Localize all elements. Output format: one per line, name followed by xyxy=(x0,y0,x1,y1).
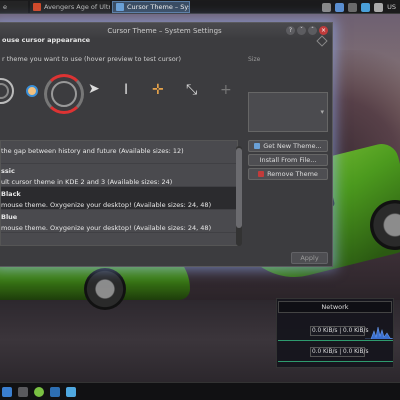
volume-icon[interactable] xyxy=(374,2,384,12)
remove-theme-label: Remove Theme xyxy=(267,170,318,178)
theme-list: the gap between history and future (Avai… xyxy=(0,140,238,246)
spinner-inner-icon xyxy=(51,81,77,107)
get-new-theme-label: Get New Theme... xyxy=(263,142,322,150)
crosshair-cursor-icon: + xyxy=(220,82,232,98)
bottom-dock xyxy=(0,382,400,400)
move-cursor-icon: ✛ xyxy=(152,82,164,98)
browser-icon[interactable] xyxy=(34,386,44,397)
app-launcher-icon[interactable] xyxy=(2,386,12,397)
keyboard-layout[interactable]: US xyxy=(387,3,396,11)
network-speed-row: 0.0 KiB/s | 0.0 KiB/s xyxy=(310,347,369,357)
task-label: Cursor Theme – Syst xyxy=(127,2,190,11)
theme-description: mouse theme. Oxygenize your desktop! (Av… xyxy=(1,201,212,209)
size-label: Size xyxy=(248,56,261,63)
theme-description: ult cursor theme in KDE 2 and 3 (Availab… xyxy=(1,178,173,186)
download-icon xyxy=(254,143,261,149)
network-icon[interactable] xyxy=(348,2,358,12)
get-new-theme-button[interactable]: Get New Theme... xyxy=(248,140,328,152)
arrow-cursor-icon: ➤ xyxy=(88,81,100,97)
theme-row[interactable]: ssic ult cursor theme in KDE 2 and 3 (Av… xyxy=(1,164,237,187)
window-title: Cursor Theme – System Settings xyxy=(107,26,222,35)
taskbar-item-0[interactable]: e xyxy=(0,0,28,13)
network-widget: Network 0.0 KiB/s | 0.0 KiB/s 0.0 KiB/s … xyxy=(276,298,394,368)
window-controls: ? ˇ ˆ × xyxy=(286,26,328,35)
theme-row-selected[interactable]: Black mouse theme. Oxygenize your deskto… xyxy=(1,187,237,210)
maximize-button[interactable]: ˆ xyxy=(308,26,317,35)
chevron-down-icon: ▾ xyxy=(320,108,324,116)
theme-name: Black xyxy=(1,190,21,198)
apply-button[interactable]: Apply xyxy=(291,252,328,264)
notes-icon[interactable] xyxy=(335,2,345,12)
network-graph-baseline xyxy=(278,361,393,362)
system-tray: US xyxy=(322,1,396,13)
remove-icon xyxy=(258,171,265,177)
help-button[interactable]: ? xyxy=(286,26,295,35)
close-button[interactable]: × xyxy=(319,26,328,35)
network-graph-baseline xyxy=(278,340,393,341)
wallpaper-wheel-left xyxy=(84,268,126,310)
taskbar-item-avengers[interactable]: Avengers Age of Ultron xyxy=(30,0,110,13)
chat-icon[interactable] xyxy=(361,2,371,12)
install-from-file-label: Install From File... xyxy=(259,156,317,164)
printer-icon[interactable] xyxy=(322,2,332,12)
settings-icon xyxy=(116,2,124,11)
text-cursor-icon: I xyxy=(124,82,129,98)
terminal-icon[interactable] xyxy=(50,386,60,397)
theme-name: Blue xyxy=(1,213,18,221)
network-speed-row: 0.0 KiB/s | 0.0 KiB/s xyxy=(310,326,369,336)
top-panel: e Avengers Age of Ultron Cursor Theme – … xyxy=(0,0,400,14)
messaging-icon[interactable] xyxy=(66,386,76,397)
theme-description: the gap between history and future (Avai… xyxy=(1,147,184,155)
scroll-thumb[interactable] xyxy=(236,148,242,228)
list-scrollbar[interactable] xyxy=(236,146,242,246)
theme-description: mouse theme. Oxygenize your desktop! (Av… xyxy=(1,224,212,232)
wait-cursor-icon xyxy=(26,85,38,97)
theme-hint: r theme you want to use (hover preview t… xyxy=(2,55,181,63)
cursor-preview[interactable]: ➤ I ✛ ⤡ + xyxy=(0,74,240,140)
apply-label: Apply xyxy=(300,254,319,262)
network-graph xyxy=(365,326,393,339)
theme-row[interactable]: the gap between history and future (Avai… xyxy=(1,141,237,164)
size-dropdown[interactable]: ▾ xyxy=(248,92,328,132)
browser-icon xyxy=(33,2,41,11)
theme-row[interactable]: Blue mouse theme. Oxygenize your desktop… xyxy=(1,210,237,233)
minimize-button[interactable]: ˇ xyxy=(297,26,306,35)
install-from-file-button[interactable]: Install From File... xyxy=(248,154,328,166)
file-manager-icon[interactable] xyxy=(18,386,28,397)
taskbar-item-cursor-theme[interactable]: Cursor Theme – Syst xyxy=(112,0,190,13)
remove-theme-button[interactable]: Remove Theme xyxy=(248,168,328,180)
section-title: ouse cursor appearance xyxy=(2,36,91,44)
network-title: Network xyxy=(278,301,392,313)
theme-name: ssic xyxy=(1,167,15,175)
resize-diagonal-icon: ⤡ xyxy=(186,82,198,98)
task-label: Avengers Age of Ultron xyxy=(44,2,110,11)
task-label: e xyxy=(3,2,7,11)
